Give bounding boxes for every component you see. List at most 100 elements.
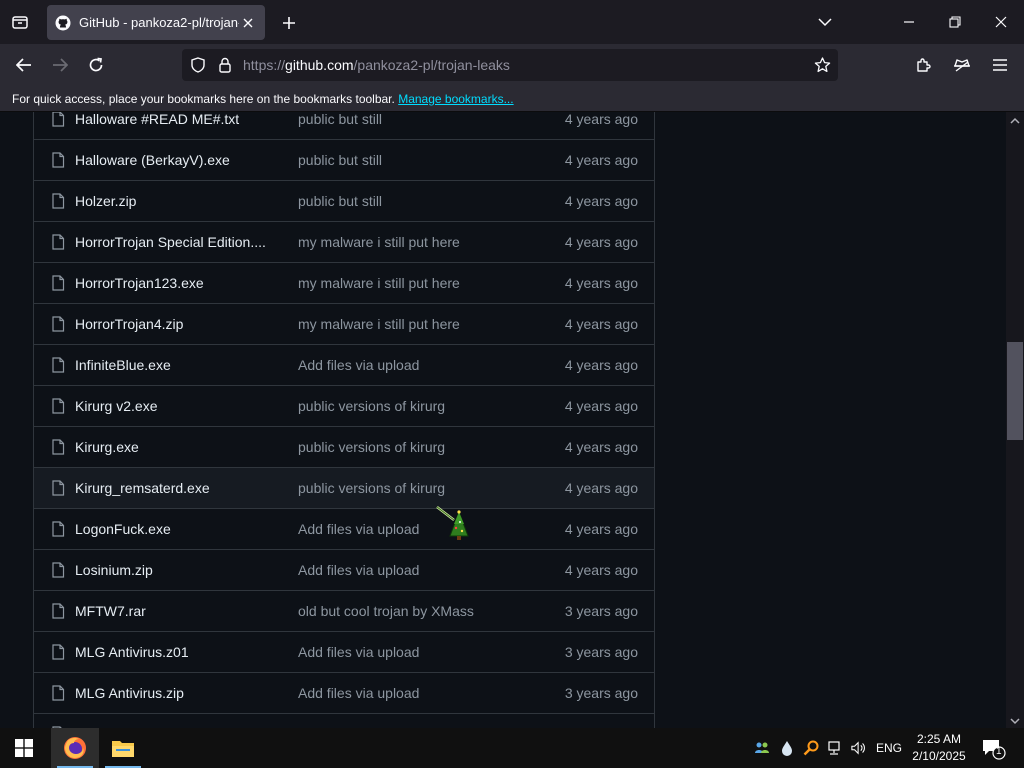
file-icon [52, 439, 65, 455]
christmas-tree-cursor-icon [436, 506, 469, 540]
tab-list-icon [12, 16, 28, 29]
file-name[interactable]: Halloware #READ ME#.txt [75, 112, 275, 127]
url-text[interactable]: https://github.com/pankoza2-pl/trojan-le… [243, 57, 510, 73]
file-name[interactable]: MLG Antivirus.zip [75, 685, 275, 701]
search-tray-icon[interactable] [803, 740, 819, 756]
file-name[interactable]: Losinium.zip [75, 562, 275, 578]
tab-close-button[interactable] [239, 14, 257, 32]
input-language[interactable]: ENG [876, 741, 902, 755]
file-name[interactable]: Kirurg.exe [75, 439, 275, 455]
menu-button[interactable] [985, 51, 1015, 79]
star-icon[interactable] [814, 57, 831, 73]
close-icon [243, 18, 253, 27]
commit-message[interactable]: public but still [298, 112, 382, 127]
commit-message[interactable]: public but still [298, 193, 382, 209]
table-row[interactable]: Halloware (BerkayV).exe public but still… [34, 139, 654, 180]
scroll-down-arrow-icon[interactable] [1010, 716, 1020, 726]
manage-bookmarks-link[interactable]: Manage bookmarks... [398, 92, 513, 106]
commit-message[interactable]: my malware i still put here [298, 316, 460, 332]
table-row[interactable]: MLG Antivirus.z01 Add files via upload 3… [34, 631, 654, 672]
commit-message[interactable]: Add files via upload [298, 357, 419, 373]
table-row[interactable]: Halloware #READ ME#.txt public but still… [34, 112, 654, 139]
file-name[interactable]: HorrorTrojan4.zip [75, 316, 275, 332]
shield-icon[interactable] [190, 57, 206, 73]
commit-message[interactable]: my malware i still put here [298, 234, 460, 250]
restore-button[interactable] [932, 0, 978, 44]
file-name[interactable]: MLG Antivirus.z01 [75, 644, 275, 660]
minimize-button[interactable] [886, 0, 932, 44]
taskbar-file-explorer[interactable] [99, 728, 147, 768]
active-tab[interactable]: GitHub - pankoza2-pl/trojan-leaks [47, 5, 265, 40]
file-name[interactable]: Kirurg_remsaterd.exe [75, 480, 275, 496]
volume-tray-icon[interactable] [851, 740, 867, 756]
commit-message[interactable]: my malware i still put here [298, 275, 460, 291]
commit-message[interactable]: public but still [298, 152, 382, 168]
address-bar[interactable]: https://github.com/pankoza2-pl/trojan-le… [182, 49, 838, 81]
network-tray-icon[interactable] [826, 740, 842, 756]
scroll-up-arrow-icon[interactable] [1010, 116, 1020, 126]
system-clock[interactable]: 2:25 AM 2/10/2025 [906, 731, 972, 765]
file-icon [52, 234, 65, 250]
url-protocol: https:// [243, 57, 286, 73]
table-row[interactable] [34, 713, 654, 728]
file-icon [52, 112, 65, 127]
file-name[interactable]: HorrorTrojan Special Edition.... [75, 234, 275, 250]
commit-time: 3 years ago [564, 685, 638, 701]
file-name[interactable]: LogonFuck.exe [75, 521, 275, 537]
file-name[interactable]: Holzer.zip [75, 193, 275, 209]
reload-button[interactable] [81, 51, 111, 79]
commit-message[interactable]: Add files via upload [298, 562, 419, 578]
restore-icon [949, 16, 961, 28]
scrollbar-thumb[interactable] [1007, 342, 1023, 440]
table-row[interactable]: InfiniteBlue.exe Add files via upload 4 … [34, 344, 654, 385]
table-row[interactable]: Kirurg_remsaterd.exe public versions of … [34, 467, 654, 508]
people-tray-icon[interactable] [754, 740, 770, 756]
table-row[interactable]: LogonFuck.exe Add files via upload 4 yea… [34, 508, 654, 549]
taskbar-firefox[interactable] [51, 728, 99, 768]
lock-icon[interactable] [218, 57, 232, 73]
notification-count: 1 [996, 746, 1002, 757]
table-row[interactable]: Kirurg.exe public versions of kirurg 4 y… [34, 426, 654, 467]
file-name[interactable]: Kirurg v2.exe [75, 398, 275, 414]
commit-message[interactable]: Add files via upload [298, 644, 419, 660]
commit-message[interactable]: Add files via upload [298, 685, 419, 701]
table-row[interactable]: HorrorTrojan4.zip my malware i still put… [34, 303, 654, 344]
table-row[interactable]: MFTW7.rar old but cool trojan by XMass 3… [34, 590, 654, 631]
close-window-button[interactable] [978, 0, 1024, 44]
folder-icon [112, 741, 134, 757]
table-row[interactable]: Kirurg v2.exe public versions of kirurg … [34, 385, 654, 426]
account-button[interactable] [947, 51, 977, 79]
tab-list-button[interactable] [6, 10, 34, 34]
drop-tray-icon[interactable] [779, 740, 795, 756]
commit-message[interactable]: Add files via upload [298, 521, 419, 537]
file-name[interactable]: Halloware (BerkayV).exe [75, 152, 275, 168]
clock-date: 2/10/2025 [912, 749, 966, 763]
page-scrollbar[interactable] [1006, 112, 1024, 728]
minimize-icon [904, 21, 914, 23]
table-row[interactable]: Holzer.zip public but still 4 years ago [34, 180, 654, 221]
extensions-button[interactable] [909, 51, 939, 79]
commit-message[interactable]: public versions of kirurg [298, 398, 445, 414]
commit-time: 4 years ago [564, 112, 638, 127]
forward-button[interactable] [45, 51, 75, 79]
back-button[interactable] [9, 51, 39, 79]
file-name[interactable]: MFTW7.rar [75, 603, 275, 619]
file-name[interactable]: HorrorTrojan123.exe [75, 275, 275, 291]
network-icon [828, 741, 840, 755]
table-row[interactable]: HorrorTrojan Special Edition.... my malw… [34, 221, 654, 262]
commit-message[interactable]: public versions of kirurg [298, 480, 445, 496]
file-name[interactable]: InfiniteBlue.exe [75, 357, 275, 373]
action-center-button[interactable]: 1 [980, 736, 1006, 760]
start-button[interactable] [0, 728, 48, 768]
table-row[interactable]: HorrorTrojan123.exe my malware i still p… [34, 262, 654, 303]
file-icon [52, 275, 65, 291]
chevron-down-icon [818, 18, 832, 27]
file-icon [52, 562, 65, 578]
new-tab-button[interactable] [276, 10, 302, 36]
commit-time: 4 years ago [564, 234, 638, 250]
commit-message[interactable]: public versions of kirurg [298, 439, 445, 455]
list-all-tabs-button[interactable] [802, 0, 848, 44]
commit-message[interactable]: old but cool trojan by XMass [298, 603, 474, 619]
table-row[interactable]: Losinium.zip Add files via upload 4 year… [34, 549, 654, 590]
table-row[interactable]: MLG Antivirus.zip Add files via upload 3… [34, 672, 654, 713]
